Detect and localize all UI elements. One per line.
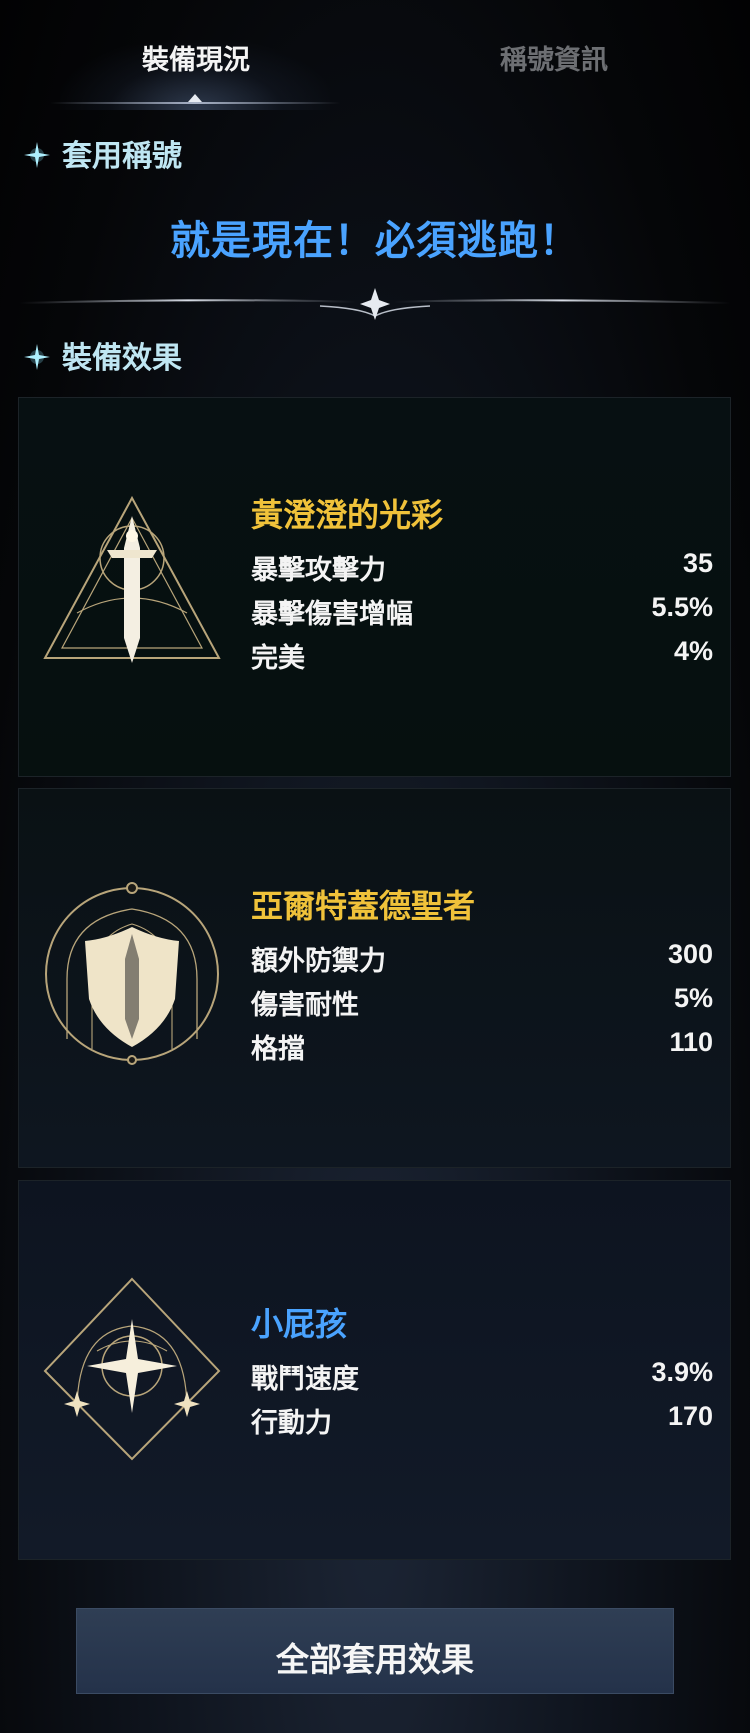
ornamental-divider [20, 288, 730, 320]
stat-value: 35 [682, 548, 713, 578]
stat-value: 4% [673, 636, 713, 666]
stat-row: 格擋 110 [251, 1027, 713, 1067]
stat-label: 額外防禦力 [251, 946, 386, 976]
tab-active-underline [50, 102, 340, 104]
stat-value: 3.9% [651, 1357, 713, 1387]
stat-value: 110 [669, 1027, 713, 1057]
card-title: 亞爾特蓋德聖者 [251, 888, 476, 924]
tab-equipment-status[interactable]: 裝備現況 [46, 38, 346, 77]
stat-label: 格擋 [251, 1034, 305, 1064]
stat-label: 傷害耐性 [251, 990, 359, 1020]
stat-row: 傷害耐性 5% [251, 983, 713, 1023]
stat-row: 行動力 170 [251, 1401, 713, 1441]
tab-active-caret-icon [188, 94, 202, 102]
card-title: 小屁孩 [251, 1306, 348, 1342]
stat-label: 行動力 [251, 1408, 332, 1438]
sparkle-icon [24, 142, 50, 168]
stat-label: 暴擊攻擊力 [251, 555, 386, 585]
apply-all-effects-label: 全部套用效果 [276, 1641, 474, 1678]
section-title-equip-effect: 裝備效果 [62, 342, 182, 375]
stat-label: 完美 [251, 643, 305, 673]
tab-bar: 裝備現況 稱號資訊 [0, 0, 750, 110]
stat-row: 完美 4% [251, 636, 713, 676]
stat-row: 暴擊傷害增幅 5.5% [251, 592, 713, 632]
stat-value: 170 [667, 1401, 713, 1431]
star-diamond-emblem-icon [43, 1277, 221, 1461]
section-title-applied: 套用稱號 [62, 140, 182, 173]
title-effect-card: 小屁孩 戰鬥速度 3.9% 行動力 170 [18, 1180, 731, 1560]
sparkle-icon [24, 344, 50, 370]
stat-label: 暴擊傷害增幅 [251, 599, 413, 629]
stat-value: 300 [667, 939, 713, 969]
stat-label: 戰鬥速度 [251, 1364, 359, 1394]
shield-circle-emblem-icon [45, 882, 219, 1065]
card-title: 黃澄澄的光彩 [251, 497, 444, 533]
title-effect-card: 亞爾特蓋德聖者 額外防禦力 300 傷害耐性 5% 格擋 110 [18, 788, 731, 1168]
stat-row: 額外防禦力 300 [251, 939, 713, 979]
tab-title-info[interactable]: 稱號資訊 [404, 38, 704, 77]
stat-value: 5% [673, 983, 713, 1013]
stat-row: 戰鬥速度 3.9% [251, 1357, 713, 1397]
title-effect-card: 黃澄澄的光彩 暴擊攻擊力 35 暴擊傷害增幅 5.5% 完美 4% [18, 397, 731, 777]
stat-value: 5.5% [651, 592, 713, 622]
sword-triangle-emblem-icon [43, 495, 221, 663]
apply-all-effects-button[interactable]: 全部套用效果 [76, 1608, 674, 1694]
stat-row: 暴擊攻擊力 35 [251, 548, 713, 588]
applied-title-name: 就是現在！必須逃跑！ [170, 219, 580, 263]
